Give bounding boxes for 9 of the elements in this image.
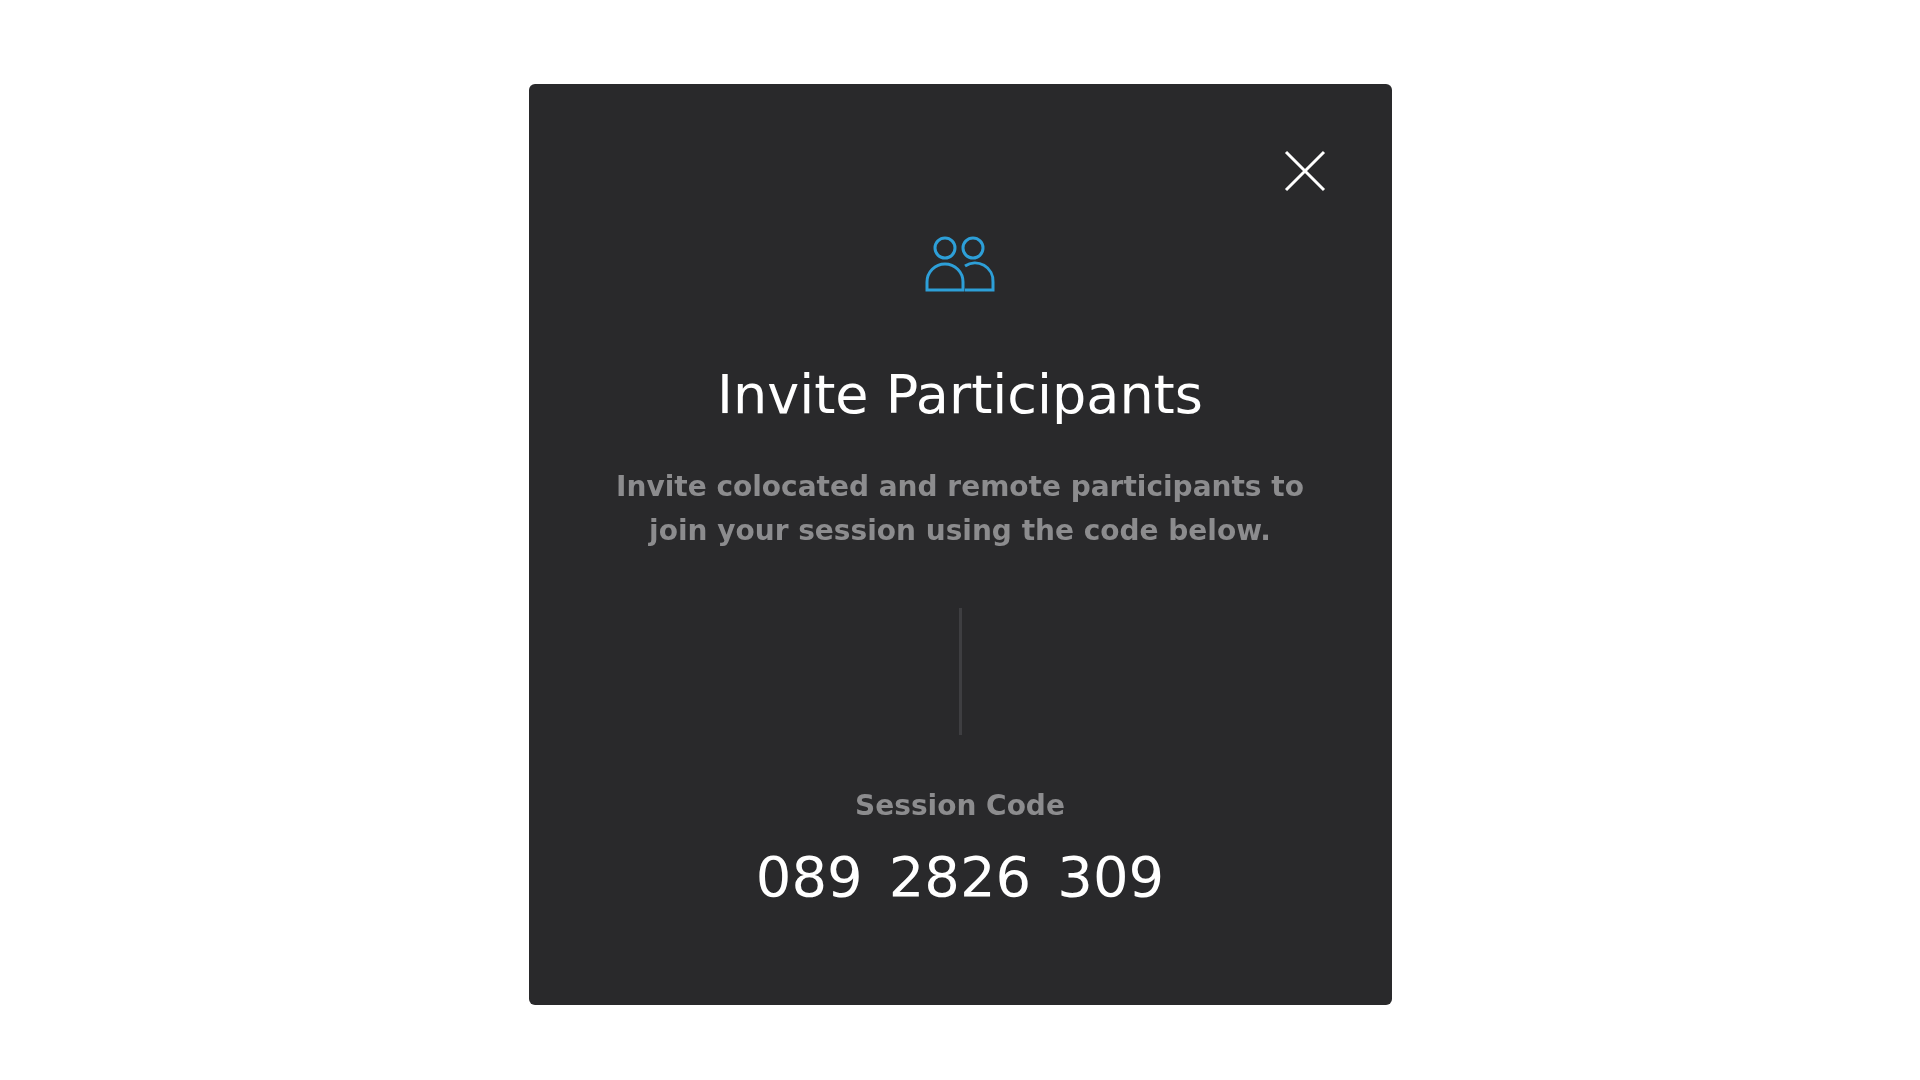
session-code-label: Session Code [855, 788, 1065, 824]
session-code-digits: 309 [1057, 843, 1165, 911]
people-icon [925, 236, 995, 292]
dialog-description: Invite colocated and remote participants to join your session using the code below. [615, 469, 1305, 549]
session-code-digits: 089 [755, 843, 863, 911]
close-button[interactable] [1283, 150, 1326, 192]
dialog-title: Invite Participants [717, 362, 1203, 428]
close-icon [1283, 150, 1326, 192]
session-code-digits: 2826 [888, 843, 1032, 911]
